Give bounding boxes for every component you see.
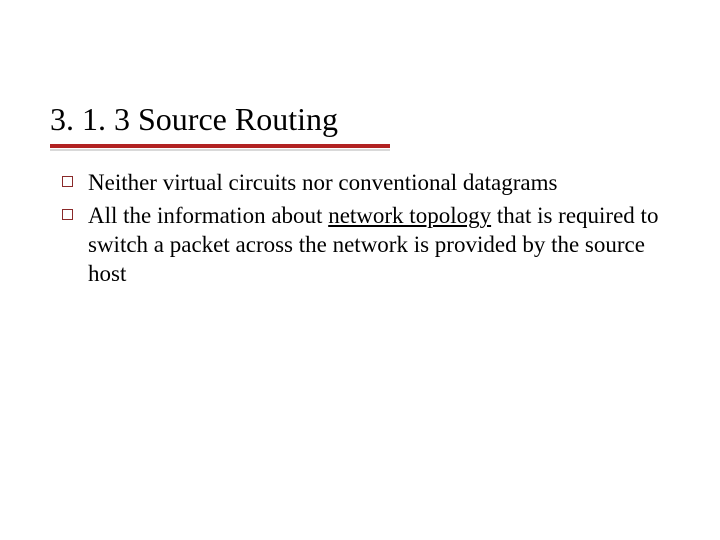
square-bullet-icon bbox=[62, 176, 73, 187]
bullet-text-underlined: network topology bbox=[328, 203, 491, 228]
bullet-list: Neither virtual circuits nor conventiona… bbox=[50, 169, 670, 288]
bullet-text-pre: All the information about bbox=[88, 203, 328, 228]
bullet-text-pre: Neither virtual circuits nor conventiona… bbox=[88, 170, 557, 195]
rule-shadow bbox=[50, 149, 390, 151]
slide: 3. 1. 3 Source Routing Neither virtual c… bbox=[0, 0, 720, 540]
list-item: Neither virtual circuits nor conventiona… bbox=[50, 169, 670, 198]
slide-title: 3. 1. 3 Source Routing bbox=[50, 100, 670, 138]
title-underline bbox=[50, 144, 390, 151]
rule-red bbox=[50, 144, 390, 148]
list-item: All the information about network topolo… bbox=[50, 202, 670, 288]
square-bullet-icon bbox=[62, 209, 73, 220]
